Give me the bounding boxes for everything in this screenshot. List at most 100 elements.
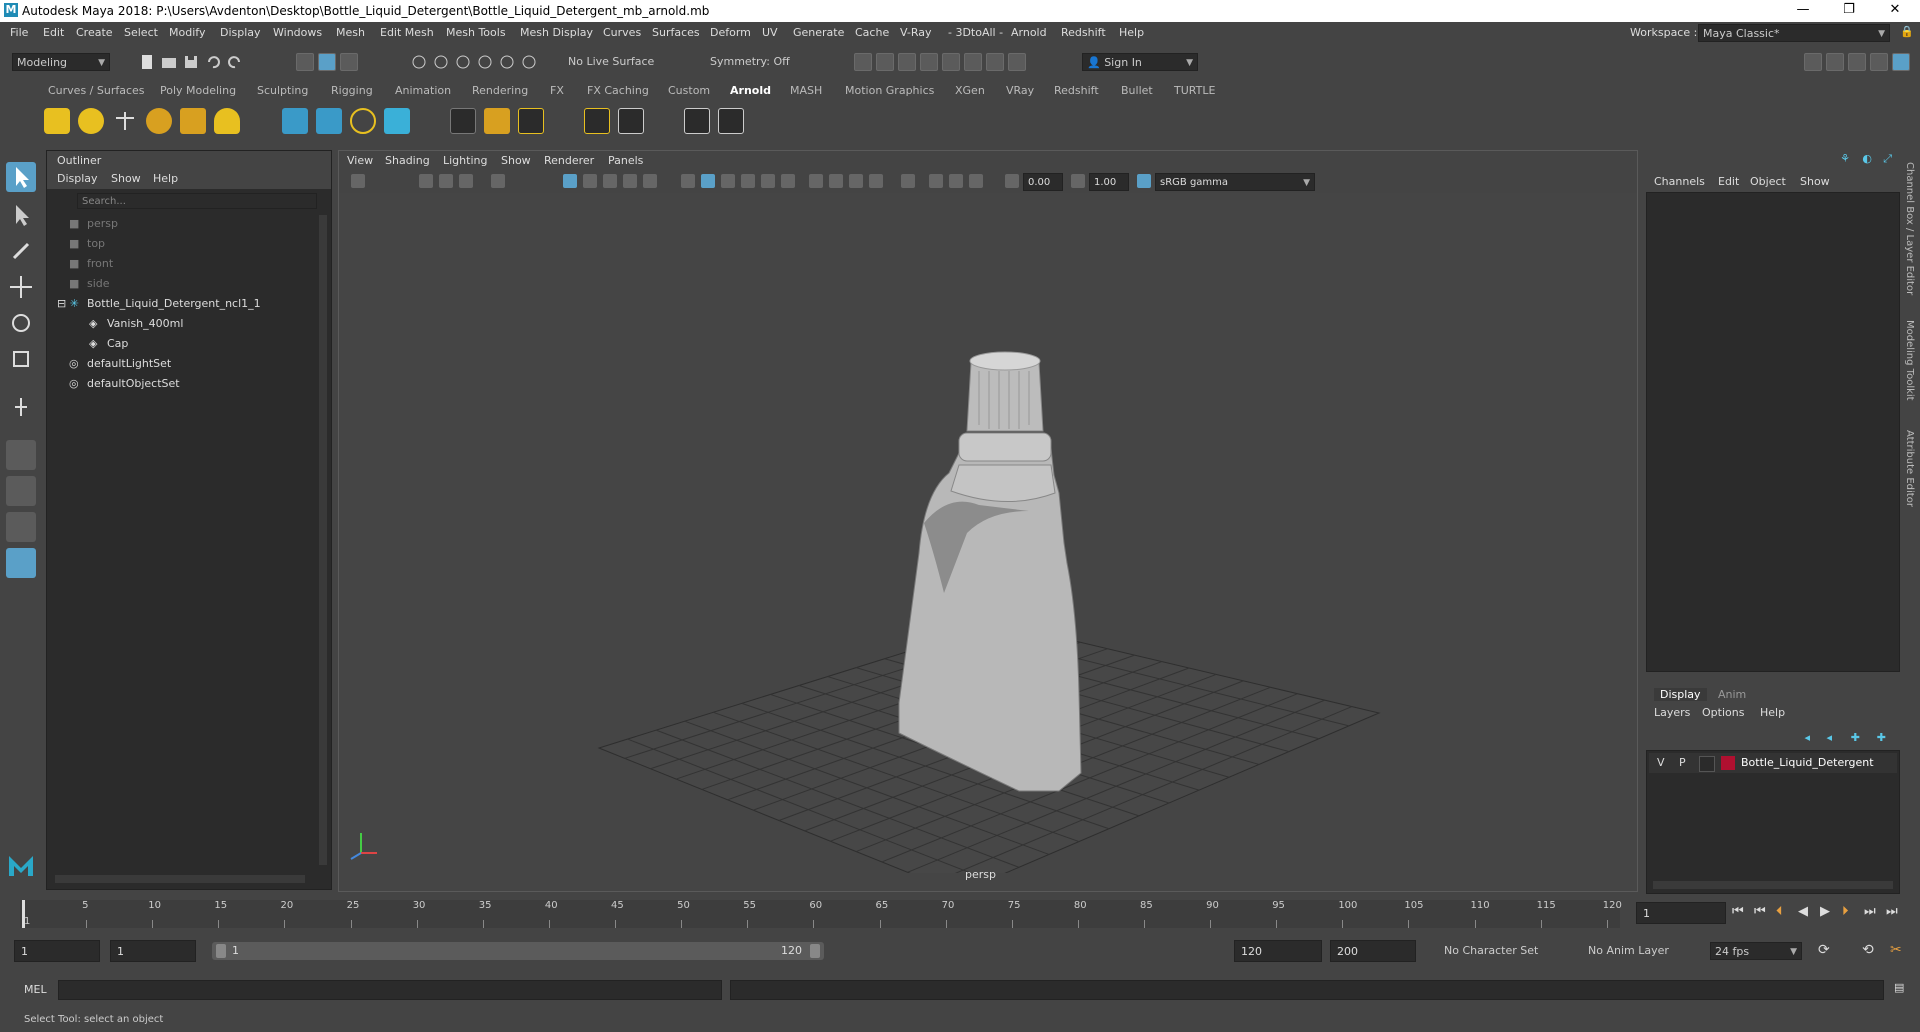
show-manipulator-icon[interactable] <box>6 392 36 422</box>
camera-attributes-icon[interactable] <box>419 174 433 188</box>
menu-uv[interactable]: UV <box>762 26 778 39</box>
animation-start-field[interactable]: 1 <box>14 940 100 962</box>
menu-mesh-tools[interactable]: Mesh Tools <box>446 26 506 39</box>
anim-layer-dropdown[interactable]: No Anim Layer <box>1584 942 1696 960</box>
outliner-item-default-light-set[interactable]: ◎ defaultLightSet <box>69 355 171 373</box>
side-tab-channel-box[interactable]: Channel Box / Layer Editor <box>1904 162 1915 295</box>
toggle-layer-editor-icon[interactable] <box>1892 53 1910 71</box>
menu-mesh-display[interactable]: Mesh Display <box>520 26 593 39</box>
outliner-item-cap[interactable]: ◈ Cap <box>89 335 128 353</box>
exposure-icon[interactable] <box>1005 174 1019 188</box>
shelf-tab-fx[interactable]: FX <box>550 84 564 97</box>
channelbox-show-menu[interactable]: Show <box>1800 175 1830 188</box>
shelf-tab-vray[interactable]: VRay <box>1006 84 1034 97</box>
outliner-horizontal-scrollbar[interactable] <box>55 875 305 883</box>
ambient-occlusion-icon[interactable] <box>809 174 823 188</box>
viewport-menu-shading[interactable]: Shading <box>385 154 430 167</box>
maximize-button[interactable]: ❐ <box>1826 0 1872 22</box>
color-management-icon[interactable] <box>1137 174 1151 188</box>
standin-icon[interactable] <box>282 108 308 134</box>
layer-visibility-toggle[interactable]: V <box>1657 756 1665 769</box>
menu-deform[interactable]: Deform <box>710 26 751 39</box>
pause-viewport-icon[interactable] <box>1008 53 1026 71</box>
xray-joints-icon[interactable] <box>949 174 963 188</box>
xray-icon[interactable] <box>929 174 943 188</box>
undo-icon[interactable] <box>204 53 222 71</box>
step-forward-frame-icon[interactable]: ⏵ <box>1842 904 1849 919</box>
step-back-key-icon[interactable]: ⏮ <box>1754 904 1766 919</box>
command-input[interactable] <box>58 980 722 1000</box>
menu-help[interactable]: Help <box>1119 26 1144 39</box>
viewport-panel[interactable]: View Shading Lighting Show Renderer Pane… <box>338 150 1638 892</box>
resolution-gate-icon[interactable] <box>603 174 617 188</box>
anti-aliasing-icon[interactable] <box>849 174 863 188</box>
film-gate-icon[interactable] <box>583 174 597 188</box>
viewport-menu-panels[interactable]: Panels <box>608 154 643 167</box>
animation-prefs-icon[interactable]: ✂ <box>1890 942 1902 958</box>
close-button[interactable]: ✕ <box>1872 0 1918 22</box>
layer-tab-display[interactable]: Display <box>1654 688 1707 701</box>
step-back-frame-icon[interactable]: ⏴ <box>1776 904 1783 919</box>
move-layer-up-icon[interactable]: ◂ <box>1804 731 1810 744</box>
isolate-select-icon[interactable] <box>901 174 915 188</box>
menu-select[interactable]: Select <box>124 26 158 39</box>
shelf-tab-animation[interactable]: Animation <box>395 84 451 97</box>
shelf-tab-sculpting[interactable]: Sculpting <box>257 84 308 97</box>
layer-playback-toggle[interactable]: P <box>1679 756 1686 769</box>
exposure-field[interactable]: 0.00 <box>1023 173 1063 191</box>
time-slider-track[interactable]: 5 10 15 20 25 30 35 40 45 50 55 60 65 70 75 80 85 90 95 100… <box>20 900 1622 928</box>
command-language-label[interactable]: MEL <box>24 983 47 996</box>
shelf-tab-redshift[interactable]: Redshift <box>1054 84 1099 97</box>
lock-icon[interactable]: 🔒 <box>1900 25 1914 38</box>
layer-tab-anim[interactable]: Anim <box>1718 688 1746 701</box>
shelf-tab-custom[interactable]: Custom <box>668 84 710 97</box>
menu-display[interactable]: Display <box>220 26 261 39</box>
select-object-icon[interactable] <box>318 53 336 71</box>
menu-modify[interactable]: Modify <box>169 26 205 39</box>
shelf-tab-arnold[interactable]: Arnold <box>730 84 771 97</box>
new-layer-selected-icon[interactable]: ✚ <box>1877 731 1886 744</box>
viewport-menu-lighting[interactable]: Lighting <box>443 154 487 167</box>
layer-editor-icon[interactable]: ◐ <box>1862 152 1872 165</box>
smooth-shade-icon[interactable] <box>701 174 715 188</box>
side-tab-attribute-editor[interactable]: Attribute Editor <box>1904 430 1915 507</box>
textured-icon[interactable] <box>741 174 755 188</box>
go-to-start-icon[interactable]: ⏮ <box>1732 904 1744 919</box>
menu-file[interactable]: File <box>10 26 28 39</box>
gamma-icon[interactable] <box>1071 174 1085 188</box>
outliner-search-input[interactable]: Search... <box>77 193 317 209</box>
shelf-tab-rigging[interactable]: Rigging <box>331 84 373 97</box>
gamma-field[interactable]: 1.00 <box>1089 173 1129 191</box>
side-tab-modeling-toolkit[interactable]: Modeling Toolkit <box>1904 320 1915 401</box>
select-hierarchy-icon[interactable] <box>296 53 314 71</box>
move-tool-icon[interactable] <box>6 272 36 302</box>
scale-tool-icon[interactable] <box>6 344 36 374</box>
outliner-item-default-object-set[interactable]: ◎ defaultObjectSet <box>69 375 180 393</box>
go-to-end-icon[interactable]: ⏭ <box>1886 904 1898 919</box>
bookmarks-icon[interactable] <box>439 174 453 188</box>
render-setup-icon[interactable] <box>964 53 982 71</box>
area-light-icon[interactable] <box>44 108 70 134</box>
snap-surface-icon[interactable] <box>498 53 516 71</box>
wireframe-on-shaded-icon[interactable] <box>721 174 735 188</box>
txmanager-icon[interactable] <box>584 108 610 134</box>
fps-dropdown[interactable]: 24 fps ▼ <box>1710 942 1802 960</box>
range-end-handle[interactable] <box>810 944 820 958</box>
volume-icon[interactable] <box>350 108 376 134</box>
new-layer-icon[interactable]: ✚ <box>1851 731 1860 744</box>
toggle-tool-settings-icon[interactable] <box>1848 53 1866 71</box>
shelf-tab-curves-surfaces[interactable]: Curves / Surfaces <box>48 84 145 97</box>
light-portal-icon[interactable] <box>180 108 206 134</box>
shelf-tab-turtle[interactable]: TURTLE <box>1174 84 1215 97</box>
menu-edit[interactable]: Edit <box>43 26 64 39</box>
options-menu[interactable]: Options <box>1702 706 1744 719</box>
light-manager-icon[interactable] <box>618 108 644 134</box>
layer-reference-toggle[interactable] <box>1699 756 1715 772</box>
loop-icon[interactable]: ⟳ <box>1818 942 1830 958</box>
snap-vertex-icon[interactable] <box>520 53 538 71</box>
layer-list-scrollbar[interactable] <box>1653 881 1893 889</box>
outliner-menu-display[interactable]: Display <box>57 172 98 185</box>
outliner-item-top[interactable]: ■ top <box>69 235 105 253</box>
snap-grid-icon[interactable] <box>410 53 428 71</box>
outliner-item-side[interactable]: ■ side <box>69 275 110 293</box>
